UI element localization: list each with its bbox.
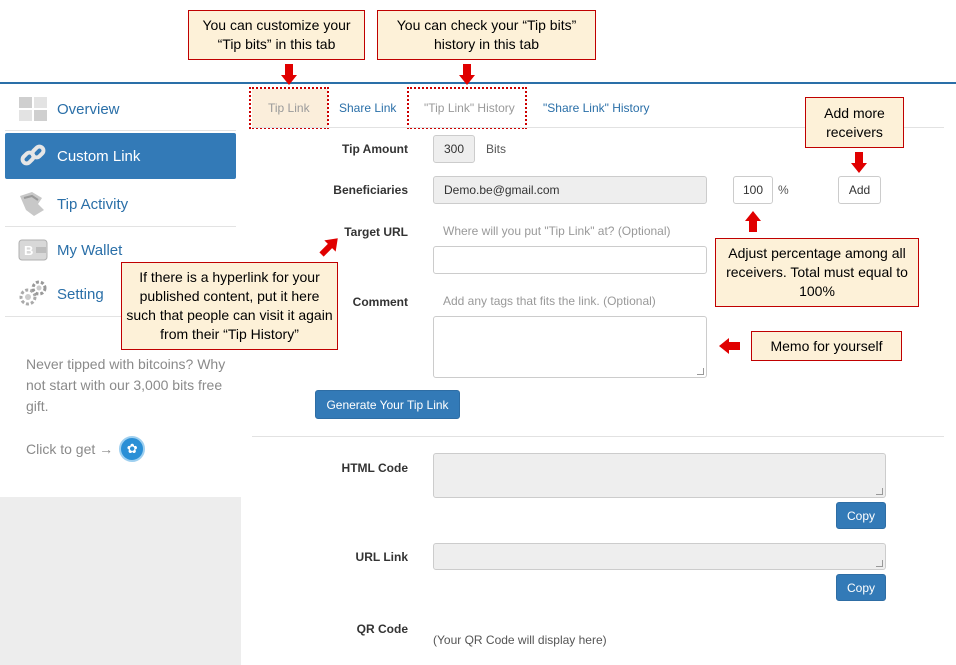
down-arrow-icon: [281, 64, 297, 85]
sidebar-item-label: My Wallet: [57, 241, 123, 259]
copy-url-link-button[interactable]: Copy: [836, 574, 886, 601]
resize-grip-icon[interactable]: [697, 368, 704, 375]
html-code-textarea[interactable]: [433, 453, 886, 498]
divider: [5, 130, 236, 131]
tab-tip-link-history[interactable]: "Tip Link" History: [424, 101, 515, 115]
qr-code-placeholder: (Your QR Code will display here): [433, 633, 607, 647]
promo-click-label[interactable]: Click to get →: [26, 441, 113, 457]
copy-html-code-button[interactable]: Copy: [836, 502, 886, 529]
beneficiaries-label: Beneficiaries: [333, 183, 408, 197]
resize-grip-icon[interactable]: [876, 488, 883, 495]
down-arrow-icon: [459, 64, 475, 85]
beneficiary-percent-field[interactable]: 100: [733, 176, 773, 204]
callout-memo: Memo for yourself: [751, 331, 902, 361]
callout-hyperlink: If there is a hyperlink for your publish…: [121, 262, 338, 350]
wallet-icon: B: [17, 236, 49, 264]
callout-adjust: Adjust percentage among all receivers. T…: [715, 238, 919, 307]
sidebar-item-tip-activity[interactable]: Tip Activity: [5, 182, 236, 226]
url-link-textarea[interactable]: [433, 543, 886, 570]
generate-tip-link-button[interactable]: Generate Your Tip Link: [315, 390, 460, 419]
gears-icon: [17, 280, 49, 308]
comment-textarea[interactable]: [433, 316, 707, 378]
promo-get[interactable]: Click to get → ✿: [26, 436, 146, 462]
gift-icon[interactable]: ✿: [119, 436, 146, 462]
sidebar-item-overview[interactable]: Overview: [5, 87, 236, 131]
percent-sign: %: [778, 183, 789, 197]
sidebar-item-label: Custom Link: [57, 147, 141, 165]
section-divider: [252, 436, 944, 437]
overview-grid-icon: [17, 95, 49, 123]
tip-amount-unit: Bits: [486, 142, 507, 156]
up-arrow-icon: [745, 211, 761, 232]
tip-hand-icon: [17, 190, 49, 218]
divider: [5, 226, 236, 227]
sidebar: Overview Custom Link Tip Activity B My W…: [0, 84, 241, 665]
beneficiary-email-field[interactable]: Demo.be@gmail.com: [433, 176, 707, 204]
tab-tip-link[interactable]: Tip Link: [268, 101, 310, 115]
sidebar-item-label: Setting: [57, 285, 104, 303]
promo-text: Never tipped with bitcoins? Why not star…: [26, 356, 226, 414]
qr-code-label: QR Code: [356, 622, 408, 636]
svg-text:B: B: [24, 243, 33, 258]
tab-share-link-history[interactable]: "Share Link" History: [543, 101, 650, 115]
chain-link-icon: [17, 142, 49, 170]
add-beneficiary-button[interactable]: Add: [838, 176, 881, 204]
callout-customize: You can customize your “Tip bits” in thi…: [188, 10, 365, 60]
tip-amount-label: Tip Amount: [342, 142, 408, 156]
down-arrow-icon: [851, 152, 867, 173]
tip-amount-input[interactable]: 300: [433, 135, 475, 163]
up-right-arrow-icon: [319, 238, 338, 257]
sidebar-item-label: Overview: [57, 100, 120, 118]
target-url-hint: Where will you put "Tip Link" at? (Optio…: [443, 224, 671, 238]
html-code-label: HTML Code: [341, 461, 408, 475]
callout-add-more: Add more receivers: [805, 97, 904, 148]
tab-share-link[interactable]: Share Link: [339, 101, 396, 115]
sidebar-item-label: Tip Activity: [57, 195, 129, 213]
sidebar-item-custom-link[interactable]: Custom Link: [5, 133, 236, 179]
resize-grip-icon[interactable]: [876, 560, 883, 567]
comment-hint: Add any tags that fits the link. (Option…: [443, 294, 656, 308]
url-link-label: URL Link: [355, 550, 408, 564]
left-arrow-icon: [719, 338, 740, 354]
callout-history: You can check your “Tip bits” history in…: [377, 10, 596, 60]
target-url-input[interactable]: [433, 246, 707, 274]
